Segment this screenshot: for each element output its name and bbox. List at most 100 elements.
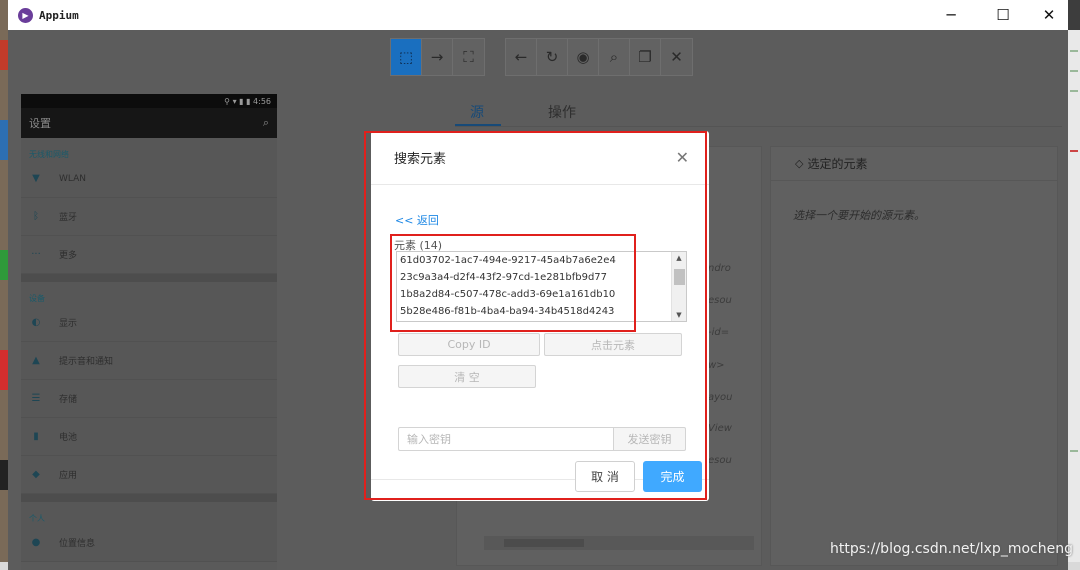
device-screenshot[interactable]: ⚲ ▾ ▮ ▮ 4:56 设置 ⌕ 无线和网络 ▼ WLAN ᛒ 蓝牙 ··· … bbox=[21, 94, 277, 570]
clear-button[interactable]: 清 空 bbox=[398, 365, 536, 388]
toolbar-actions-group: ← ↻ ◉ ⌕ ❐ ✕ bbox=[505, 38, 693, 76]
section-divider bbox=[21, 494, 277, 502]
dialog-header: 搜索元素 ✕ bbox=[371, 131, 709, 185]
settings-item-label: 应用 bbox=[59, 471, 78, 481]
selected-element-header: ◇ 选定的元素 bbox=[771, 147, 1057, 181]
settings-item-bluetooth[interactable]: ᛒ 蓝牙 bbox=[21, 198, 277, 236]
scroll-down-icon[interactable]: ▼ bbox=[672, 309, 686, 321]
settings-item-more[interactable]: ··· 更多 bbox=[21, 236, 277, 274]
wifi-icon: ▼ bbox=[32, 173, 40, 184]
list-item[interactable]: 5b28e486-f81b-4ba4-ba94-34b4518d4243 bbox=[397, 303, 686, 320]
close-icon: ✕ bbox=[670, 48, 683, 66]
quit-session-button[interactable]: ✕ bbox=[661, 39, 692, 75]
scrollbar-thumb[interactable] bbox=[504, 539, 584, 547]
device-time: 4:56 bbox=[253, 96, 271, 106]
source-fragment: esou bbox=[708, 295, 732, 306]
settings-item-label: 电池 bbox=[59, 433, 78, 443]
send-keys-button[interactable]: 发送密钥 bbox=[613, 427, 686, 451]
desktop-right-edge bbox=[1068, 30, 1080, 570]
settings-item-label: 蓝牙 bbox=[59, 213, 78, 223]
send-keys-input[interactable]: 输入密钥 bbox=[398, 427, 613, 451]
settings-item-label: WLAN bbox=[59, 173, 87, 184]
list-item[interactable]: 1b8a2d84-c507-478c-add3-69e1a161db10 bbox=[397, 286, 686, 303]
scroll-up-icon[interactable]: ▲ bbox=[672, 252, 686, 264]
selected-element-title: 选定的元素 bbox=[807, 157, 868, 171]
toolbar-mode-group: ⬚ → ⛶ bbox=[390, 38, 485, 76]
settings-item-apps[interactable]: ◆ 应用 bbox=[21, 456, 277, 494]
desktop-left-edge bbox=[0, 0, 8, 570]
settings-item-display[interactable]: ◐ 显示 bbox=[21, 304, 277, 342]
source-horizontal-scrollbar[interactable] bbox=[484, 536, 754, 550]
close-window-button[interactable]: ✕ bbox=[1026, 0, 1072, 30]
bell-icon: ▲ bbox=[32, 355, 40, 366]
minimize-button[interactable]: ─ bbox=[928, 0, 974, 30]
search-elements-button[interactable]: ⌕ bbox=[599, 39, 630, 75]
elements-list[interactable]: 61d03702-1ac7-494e-9217-45a4b7a6e2e4 23c… bbox=[396, 251, 687, 322]
more-icon: ··· bbox=[31, 249, 41, 260]
settings-item-storage[interactable]: ☰ 存储 bbox=[21, 380, 277, 418]
copy-xml-button[interactable]: ❐ bbox=[630, 39, 661, 75]
show-elements-button[interactable]: ◉ bbox=[568, 39, 599, 75]
dialog-title: 搜索元素 bbox=[394, 152, 447, 167]
source-fragment: View bbox=[708, 423, 732, 434]
title-bar: ▶ Appium ─ ☐ ✕ bbox=[8, 0, 1068, 30]
settings-search-icon: ⌕ bbox=[262, 116, 269, 129]
copy-id-button[interactable]: Copy ID bbox=[398, 333, 540, 356]
back-arrow-icon: ← bbox=[514, 48, 528, 66]
scrollbar-thumb[interactable] bbox=[674, 269, 685, 285]
dialog-close-icon[interactable]: ✕ bbox=[676, 148, 689, 167]
select-cursor-icon: ⬚ bbox=[398, 48, 414, 66]
back-link[interactable]: << 返回 bbox=[395, 212, 439, 228]
settings-item-label: 提示音和通知 bbox=[59, 357, 114, 367]
search-icon: ⌕ bbox=[609, 48, 619, 66]
section-heading: 个人 bbox=[21, 502, 277, 524]
swipe-arrow-icon: → bbox=[430, 48, 444, 66]
settings-item-label: 显示 bbox=[59, 319, 78, 329]
location-icon: ● bbox=[31, 537, 41, 548]
appium-logo-icon: ▶ bbox=[18, 7, 33, 23]
cancel-button[interactable]: 取 消 bbox=[575, 461, 635, 492]
settings-item-label: 存储 bbox=[59, 395, 78, 405]
android-icon: ◆ bbox=[32, 469, 40, 480]
source-fragment: ayou bbox=[708, 392, 733, 403]
tap-coordinates-icon: ⛶ bbox=[463, 48, 474, 66]
tab-actions[interactable]: 操作 bbox=[548, 102, 576, 122]
section-divider bbox=[21, 274, 277, 282]
battery-icon: ▮ bbox=[33, 431, 39, 442]
select-elements-button[interactable]: ⬚ bbox=[391, 39, 422, 75]
device-status-icons: ⚲ ▾ ▮ ▮ bbox=[224, 96, 254, 106]
tap-by-coordinates-button[interactable]: ⛶ bbox=[453, 39, 484, 75]
watermark: https://blog.csdn.net/lxp_mocheng bbox=[830, 541, 1073, 557]
tap-element-button[interactable]: 点击元素 bbox=[544, 333, 682, 356]
section-heading: 设备 bbox=[21, 282, 277, 304]
brightness-icon: ◐ bbox=[31, 317, 41, 328]
refresh-button[interactable]: ↻ bbox=[537, 39, 568, 75]
bluetooth-icon: ᛒ bbox=[33, 211, 39, 222]
list-item[interactable]: 23c9a3a4-d2f4-43f2-97cd-1e281bfb9d77 bbox=[397, 269, 686, 286]
settings-item-battery[interactable]: ▮ 电池 bbox=[21, 418, 277, 456]
settings-item-wlan[interactable]: ▼ WLAN bbox=[21, 160, 277, 198]
settings-app-bar: 设置 ⌕ bbox=[21, 108, 277, 138]
maximize-button[interactable]: ☐ bbox=[980, 0, 1026, 30]
section-heading: 无线和网络 bbox=[21, 138, 277, 160]
swipe-by-coordinates-button[interactable]: → bbox=[422, 39, 453, 75]
copy-xml-icon: ❐ bbox=[638, 48, 652, 66]
settings-item-label: 位置信息 bbox=[59, 539, 96, 549]
storage-icon: ☰ bbox=[31, 393, 41, 404]
settings-title: 设置 bbox=[29, 117, 51, 130]
back-button[interactable]: ← bbox=[506, 39, 537, 75]
list-item[interactable]: 61d03702-1ac7-494e-9217-45a4b7a6e2e4 bbox=[397, 252, 686, 269]
settings-item-sound[interactable]: ▲ 提示音和通知 bbox=[21, 342, 277, 380]
done-button[interactable]: 完成 bbox=[643, 461, 702, 492]
device-status-bar: ⚲ ▾ ▮ ▮ 4:56 bbox=[21, 94, 277, 108]
source-fragment: -id= bbox=[708, 327, 730, 338]
eye-icon: ◉ bbox=[576, 48, 590, 66]
selected-element-panel: ◇ 选定的元素 选择一个要开始的源元素。 bbox=[770, 146, 1058, 566]
tab-source[interactable]: 源 bbox=[470, 102, 484, 122]
tab-divider bbox=[455, 126, 1062, 127]
settings-item-location[interactable]: ● 位置信息 bbox=[21, 524, 277, 562]
selected-element-hint: 选择一个要开始的源元素。 bbox=[793, 209, 925, 222]
elements-list-scrollbar[interactable]: ▲ ▼ bbox=[671, 252, 686, 321]
search-elements-dialog: 搜索元素 ✕ << 返回 元素 (14) 61d03702-1ac7-494e-… bbox=[371, 131, 709, 501]
refresh-icon: ↻ bbox=[545, 48, 559, 66]
